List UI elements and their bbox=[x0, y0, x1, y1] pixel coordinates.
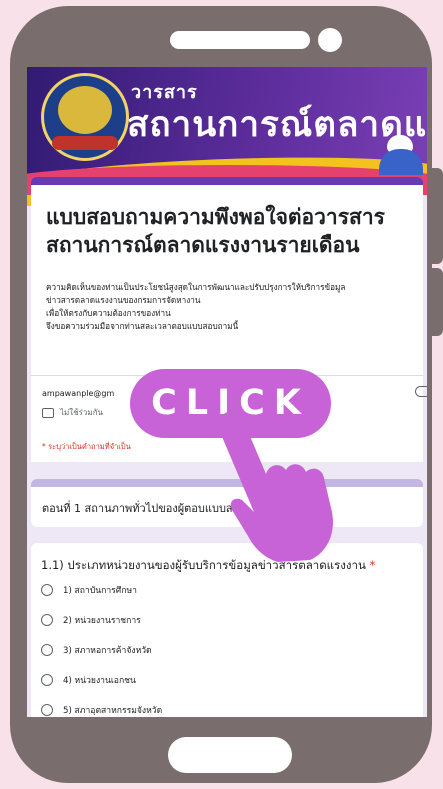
share-icon bbox=[42, 407, 54, 418]
option-4[interactable]: 4) หน่วยงานเอกชน bbox=[41, 671, 136, 689]
form-description: ความคิดเห็นของท่านเป็นประโยชน์สูงสุดในกา… bbox=[46, 282, 346, 331]
option-3[interactable]: 3) สภาหอการค้าจังหวัด bbox=[41, 641, 152, 659]
radio-icon[interactable] bbox=[41, 704, 53, 716]
phone-speaker bbox=[170, 31, 310, 49]
form-title-card: แบบสอบถามความพึงพอใจต่อวารสาร สถานการณ์ต… bbox=[31, 177, 423, 383]
required-note: * ระบุว่าเป็นคำถามที่จำเป็น bbox=[42, 442, 131, 451]
phone-home-button[interactable] bbox=[168, 737, 292, 773]
phone-side-button-upper bbox=[432, 168, 443, 264]
radio-icon[interactable] bbox=[41, 614, 53, 626]
radio-icon[interactable] bbox=[41, 644, 53, 656]
section-title: ตอนที่ 1 สถานภาพทั่วไปของผู้ตอบแบบส bbox=[42, 502, 233, 515]
account-email: ampawanple@gm bbox=[42, 389, 115, 398]
logo-ribbon bbox=[52, 136, 118, 150]
option-1[interactable]: 1) สถาบันการศึกษา bbox=[41, 581, 137, 599]
pointing-hand-icon bbox=[214, 412, 334, 562]
form-header-banner: วารสาร สถานการณ์ตลาดแรงงาน bbox=[27, 67, 427, 207]
radio-icon[interactable] bbox=[41, 674, 53, 686]
cloud-save-icon bbox=[415, 386, 427, 397]
question-card: 1.1) ประเภทหน่วยงานของผู้รับบริการข้อมูล… bbox=[31, 543, 423, 717]
share-status: ไม่ใช้ร่วมกัน bbox=[42, 406, 103, 419]
required-asterisk: * bbox=[369, 558, 376, 572]
radio-icon[interactable] bbox=[41, 584, 53, 596]
phone-side-button-lower bbox=[432, 268, 443, 336]
phone-camera bbox=[318, 28, 342, 52]
form-title: แบบสอบถามความพึงพอใจต่อวารสาร สถานการณ์ต… bbox=[46, 205, 385, 257]
option-5[interactable]: 5) สภาอุตสาหกรรมจังหวัด bbox=[41, 701, 162, 717]
option-2[interactable]: 2) หน่วยงานราชการ bbox=[41, 611, 141, 629]
logo-emblem bbox=[58, 86, 112, 134]
banner-person-illustration bbox=[379, 135, 423, 175]
department-logo bbox=[41, 73, 129, 161]
